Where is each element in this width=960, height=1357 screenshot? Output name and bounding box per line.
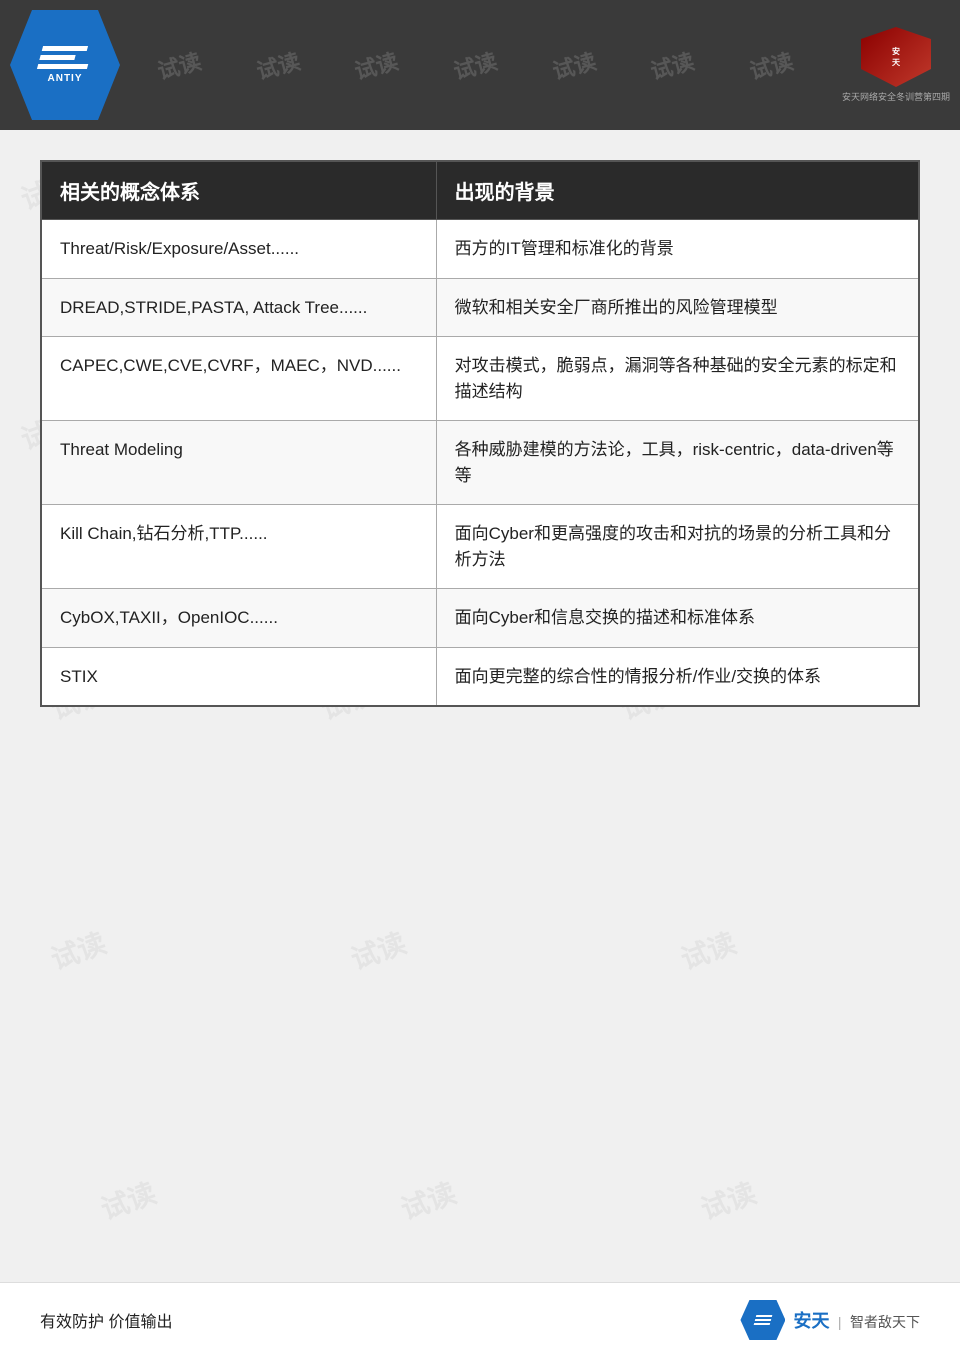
badge-label: 安天网络安全冬训营第四期 bbox=[842, 90, 950, 103]
footer-brand: 安天 | 智者敌天下 bbox=[793, 1307, 920, 1333]
logo-line-2 bbox=[39, 55, 75, 60]
header: ANTIY 试读 试读 试读 试读 试读 试读 试读 安天 安天网络安全冬训营第… bbox=[0, 0, 960, 130]
antiy-logo: ANTIY bbox=[10, 10, 120, 120]
footer-brand-name: 安天 bbox=[793, 1311, 829, 1331]
footer-brand-sub: 智者敌天下 bbox=[850, 1314, 920, 1330]
logo-text: ANTIY bbox=[48, 73, 83, 84]
table-row: Threat/Risk/Exposure/Asset......西方的IT管理和… bbox=[41, 220, 919, 279]
watermark-4: 试读 bbox=[450, 44, 501, 86]
logo-lines bbox=[37, 46, 93, 69]
table-row: CybOX,TAXII，OpenIOC......面向Cyber和信息交换的描述… bbox=[41, 589, 919, 648]
col1-header: 相关的概念体系 bbox=[41, 161, 436, 220]
cell-right-5: 面向Cyber和信息交换的描述和标准体系 bbox=[436, 589, 919, 648]
logo-line-1 bbox=[42, 46, 88, 51]
main-content: 相关的概念体系 出现的背景 Threat/Risk/Exposure/Asset… bbox=[40, 160, 920, 1277]
col2-header: 出现的背景 bbox=[436, 161, 919, 220]
table-row: STIX面向更完整的综合性的情报分析/作业/交换的体系 bbox=[41, 647, 919, 706]
footer: 有效防护 价值输出 安天 | 智者敌天下 bbox=[0, 1282, 960, 1357]
cell-right-1: 微软和相关安全厂商所推出的风险管理模型 bbox=[436, 278, 919, 337]
footer-line-3 bbox=[754, 1323, 771, 1325]
footer-logo-lines bbox=[754, 1315, 773, 1325]
watermark-1: 试读 bbox=[154, 44, 205, 86]
cell-right-3: 各种威胁建模的方法论，工具，risk-centric，data-driven等等 bbox=[436, 421, 919, 505]
cell-right-6: 面向更完整的综合性的情报分析/作业/交换的体系 bbox=[436, 647, 919, 706]
footer-separator: | bbox=[838, 1314, 842, 1330]
shield-icon: 安天 bbox=[861, 27, 931, 87]
cell-left-2: CAPEC,CWE,CVE,CVRF，MAEC，NVD...... bbox=[41, 337, 436, 421]
footer-tagline: 有效防护 价值输出 bbox=[40, 1308, 172, 1332]
watermark-7: 试读 bbox=[745, 44, 796, 86]
watermark-6: 试读 bbox=[647, 44, 698, 86]
table-row: DREAD,STRIDE,PASTA, Attack Tree......微软和… bbox=[41, 278, 919, 337]
footer-antiy-icon bbox=[740, 1300, 785, 1340]
cell-left-4: Kill Chain,钻石分析,TTP...... bbox=[41, 505, 436, 589]
watermark-2: 试读 bbox=[252, 44, 303, 86]
shield-text: 安天 bbox=[892, 46, 900, 68]
footer-logo: 安天 | 智者敌天下 bbox=[740, 1300, 920, 1340]
header-watermarks: 试读 试读 试读 试读 试读 试读 试读 bbox=[0, 0, 960, 130]
cell-right-4: 面向Cyber和更高强度的攻击和对抗的场景的分析工具和分析方法 bbox=[436, 505, 919, 589]
footer-line-1 bbox=[756, 1315, 773, 1317]
watermark-3: 试读 bbox=[351, 44, 402, 86]
table-row: CAPEC,CWE,CVE,CVRF，MAEC，NVD......对攻击模式，脆… bbox=[41, 337, 919, 421]
table-row: Kill Chain,钻石分析,TTP......面向Cyber和更高强度的攻击… bbox=[41, 505, 919, 589]
cell-left-1: DREAD,STRIDE,PASTA, Attack Tree...... bbox=[41, 278, 436, 337]
concept-table: 相关的概念体系 出现的背景 Threat/Risk/Exposure/Asset… bbox=[40, 160, 920, 707]
logo-line-3 bbox=[37, 64, 88, 69]
cell-left-3: Threat Modeling bbox=[41, 421, 436, 505]
cell-left-0: Threat/Risk/Exposure/Asset...... bbox=[41, 220, 436, 279]
watermark-5: 试读 bbox=[548, 44, 599, 86]
cell-right-0: 西方的IT管理和标准化的背景 bbox=[436, 220, 919, 279]
cell-right-2: 对攻击模式，脆弱点，漏洞等各种基础的安全元素的标定和描述结构 bbox=[436, 337, 919, 421]
table-row: Threat Modeling各种威胁建模的方法论，工具，risk-centri… bbox=[41, 421, 919, 505]
cell-left-5: CybOX,TAXII，OpenIOC...... bbox=[41, 589, 436, 648]
cell-left-6: STIX bbox=[41, 647, 436, 706]
header-right-badge: 安天 安天网络安全冬训营第四期 bbox=[842, 27, 950, 103]
footer-line-2 bbox=[755, 1319, 772, 1321]
